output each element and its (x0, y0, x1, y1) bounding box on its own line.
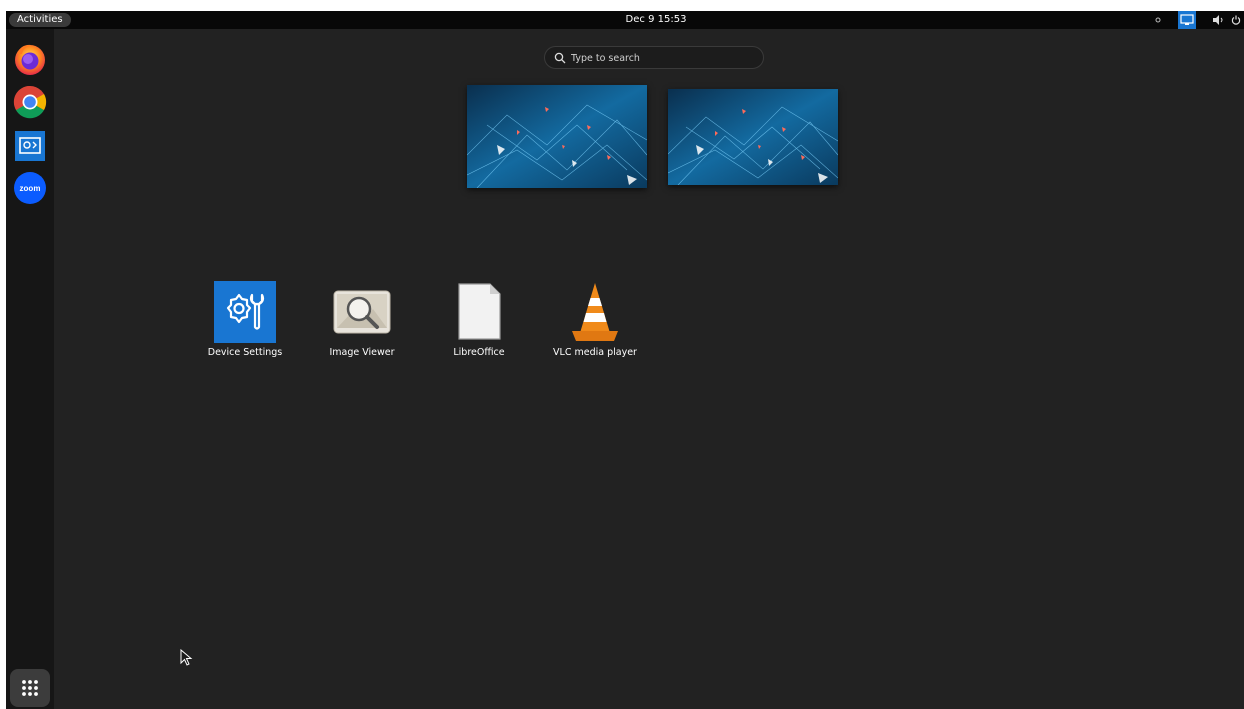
app-label: VLC media player (553, 347, 637, 358)
desktop-overview: Activities Dec 9 15:53 zoom Type to sear… (6, 11, 1244, 709)
search-icon (554, 52, 566, 64)
search-bar[interactable] (544, 46, 764, 69)
svg-text:zoom: zoom (20, 184, 41, 193)
libreoffice-icon (448, 281, 510, 343)
activities-button[interactable]: Activities (9, 13, 71, 27)
app-label: Image Viewer (329, 347, 395, 358)
power-icon[interactable] (1230, 11, 1242, 29)
chrome-icon[interactable] (13, 85, 47, 119)
mouse-pointer-icon (180, 649, 193, 666)
workspace-2[interactable] (668, 89, 838, 185)
app-vlc-media-player[interactable]: VLC media player (545, 281, 645, 371)
dash: zoom (6, 29, 54, 709)
firefox-icon[interactable] (13, 42, 47, 76)
clock[interactable]: Dec 9 15:53 (606, 11, 706, 29)
zoom-icon[interactable]: zoom (13, 171, 47, 205)
volume-icon[interactable] (1212, 11, 1226, 29)
remote-desktop-icon[interactable] (13, 129, 47, 163)
top-bar: Activities Dec 9 15:53 (6, 11, 1244, 29)
workspace-1[interactable] (467, 85, 647, 188)
app-grid-icon (22, 680, 38, 696)
show-apps-button[interactable] (10, 669, 50, 707)
notification-dot-icon[interactable] (1151, 11, 1165, 29)
device-settings-icon (214, 281, 276, 343)
search-input[interactable] (569, 49, 753, 68)
app-label: LibreOffice (453, 347, 505, 358)
app-image-viewer[interactable]: Image Viewer (312, 281, 412, 371)
vlc-icon (564, 281, 626, 343)
app-label: Device Settings (207, 347, 283, 358)
app-libreoffice[interactable]: LibreOffice (429, 281, 529, 371)
image-viewer-icon (331, 281, 393, 343)
app-device-settings[interactable]: Device Settings (195, 281, 295, 371)
screen-share-icon[interactable] (1178, 11, 1196, 29)
